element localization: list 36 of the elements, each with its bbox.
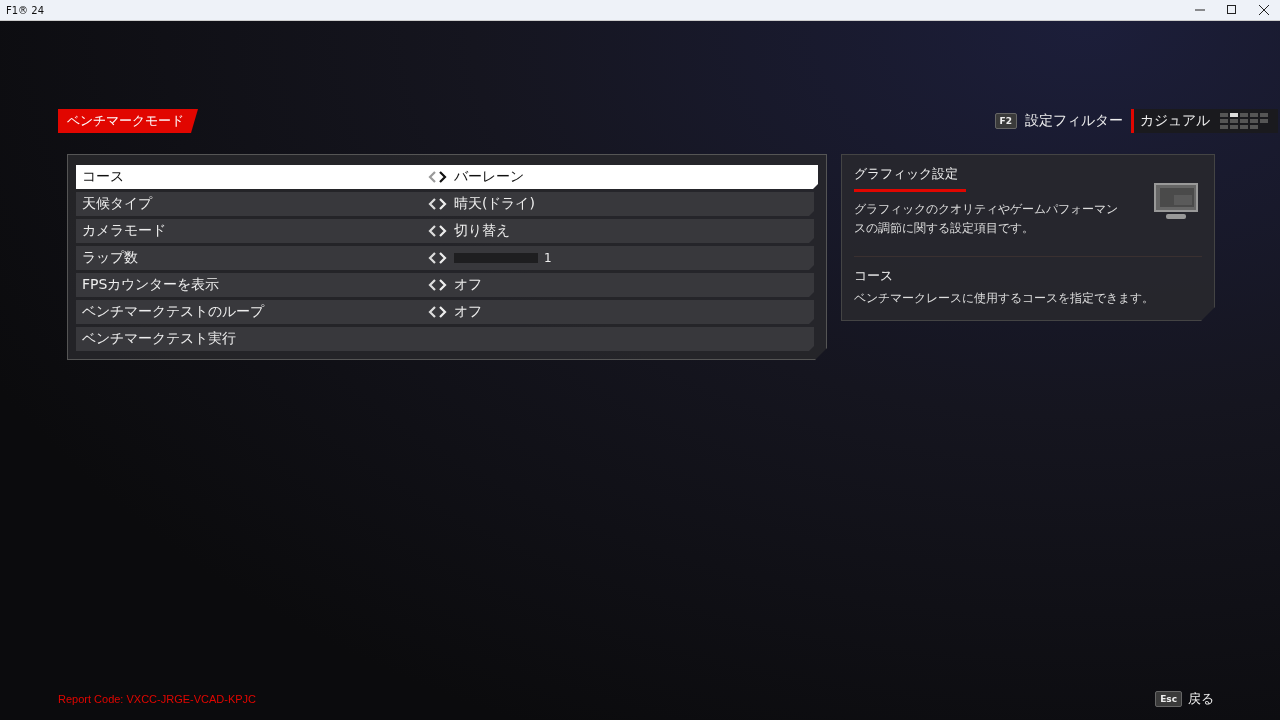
back-button[interactable]: Esc 戻る — [1155, 690, 1214, 708]
item-description: ベンチマークレースに使用するコースを指定できます。 — [854, 291, 1155, 306]
close-icon[interactable] — [1259, 5, 1269, 15]
setting-label: FPSカウンターを表示 — [81, 276, 221, 294]
level-grid-icon — [1220, 111, 1268, 131]
item-title: コース — [854, 267, 894, 285]
setting-value: 晴天(ドライ) — [454, 195, 535, 213]
setting-row[interactable]: ベンチマークテスト実行 — [76, 327, 814, 351]
setting-label: ベンチマークテストのループ — [81, 303, 266, 321]
setting-value: バーレーン — [454, 168, 524, 186]
setting-value: 切り替え — [454, 222, 510, 240]
key-hint: F2 — [994, 113, 1017, 129]
filter-value[interactable]: カジュアル — [1131, 109, 1278, 133]
setting-value: オフ — [454, 303, 482, 321]
mode-title: ベンチマークモード — [58, 109, 198, 133]
setting-value: オフ — [454, 276, 482, 294]
filter-label[interactable]: 設定フィルター — [1025, 112, 1123, 130]
setting-row[interactable]: コース バーレーン — [76, 165, 818, 189]
info-description: グラフィックのクオリティやゲームパフォーマンスの調節に関する設定項目です。 — [854, 201, 1119, 237]
report-code: Report Code: VXCC-JRGE-VCAD-KPJC — [58, 693, 257, 705]
filter-value-label: カジュアル — [1140, 112, 1210, 130]
setting-label: ラップ数 — [81, 249, 139, 267]
key-hint: Esc — [1155, 691, 1182, 707]
back-label: 戻る — [1188, 690, 1214, 708]
info-title: グラフィック設定 — [854, 165, 966, 192]
setting-row[interactable]: ラップ数 1 — [76, 246, 814, 270]
setting-label: 天候タイプ — [81, 195, 154, 213]
setting-label: カメラモード — [81, 222, 167, 240]
setting-label: ベンチマークテスト実行 — [81, 330, 237, 348]
chevron-right-icon[interactable] — [438, 170, 448, 184]
maximize-icon[interactable] — [1227, 5, 1237, 15]
slider-value: 1 — [544, 251, 552, 265]
slider-track[interactable] — [454, 253, 538, 263]
window-title: F1® 24 — [6, 4, 45, 16]
monitor-icon — [1154, 183, 1198, 221]
setting-label: コース — [81, 168, 125, 186]
